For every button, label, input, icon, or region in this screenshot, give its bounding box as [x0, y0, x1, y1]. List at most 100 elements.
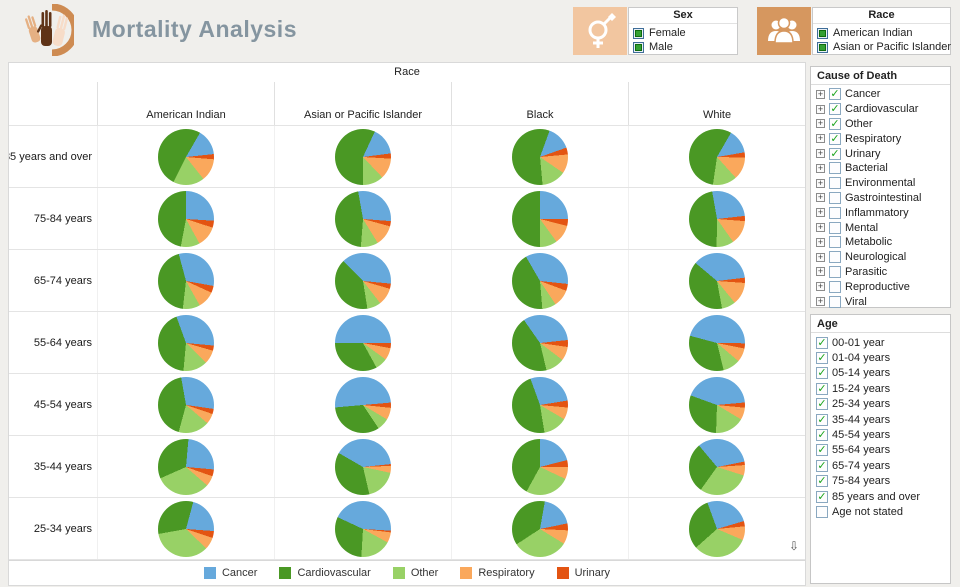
- expand-icon[interactable]: [816, 267, 825, 277]
- checkbox-bacterial[interactable]: [829, 162, 841, 175]
- cause-item-reproductive[interactable]: Reproductive: [816, 279, 950, 294]
- cause-item-neurological[interactable]: Neurological: [816, 250, 950, 265]
- checkbox-neurological[interactable]: [829, 251, 841, 264]
- legend-swatch-respiratory[interactable]: [460, 567, 473, 579]
- pie-chart-25-34-years-black[interactable]: [512, 500, 568, 557]
- checkbox-age-not-stated[interactable]: [816, 505, 828, 518]
- checkbox-cancer[interactable]: [829, 88, 841, 101]
- checkbox-cardiovascular[interactable]: [829, 103, 841, 116]
- checkbox-05-14-years[interactable]: [816, 367, 828, 380]
- pie-chart-75-84-years-asian-or-pacific-islander[interactable]: [335, 190, 391, 247]
- cause-item-respiratory[interactable]: Respiratory: [816, 131, 950, 146]
- age-item-15-24-years[interactable]: 15-24 years: [816, 381, 950, 396]
- pie-chart-35-44-years-asian-or-pacific-islander[interactable]: [335, 438, 391, 495]
- age-item-75-84-years[interactable]: 75-84 years: [816, 474, 950, 489]
- checkbox-15-24-years[interactable]: [816, 382, 828, 395]
- race-item-asian-or-pacific-islander[interactable]: Asian or Pacific Islander: [817, 40, 951, 54]
- expand-icon[interactable]: [816, 104, 825, 114]
- pie-chart-85-years-and-over-black[interactable]: [512, 128, 568, 185]
- sex-item-male[interactable]: Male: [633, 40, 737, 54]
- checkbox-45-54-years[interactable]: [816, 429, 828, 442]
- pie-chart-55-64-years-asian-or-pacific-islander[interactable]: [335, 314, 391, 371]
- pie-chart-85-years-and-over-american-indian[interactable]: [158, 128, 214, 185]
- legend-swatch-urinary[interactable]: [556, 567, 569, 579]
- pie-chart-45-54-years-white[interactable]: [689, 376, 745, 433]
- checkbox-environmental[interactable]: [829, 177, 841, 190]
- age-item-age-not-stated[interactable]: Age not stated: [816, 504, 950, 519]
- cause-item-cardiovascular[interactable]: Cardiovascular: [816, 102, 950, 117]
- legend-swatch-other[interactable]: [392, 567, 405, 579]
- cause-item-cancer[interactable]: Cancer: [816, 87, 950, 102]
- sex-item-female[interactable]: Female: [633, 26, 737, 40]
- checkbox-urinary[interactable]: [829, 147, 841, 160]
- pie-chart-65-74-years-american-indian[interactable]: [158, 252, 214, 309]
- checkbox-gastrointestinal[interactable]: [829, 191, 841, 204]
- expand-icon[interactable]: [816, 149, 825, 159]
- pie-chart-65-74-years-black[interactable]: [512, 252, 568, 309]
- checkbox-viral[interactable]: [829, 295, 841, 308]
- expand-icon[interactable]: [816, 208, 825, 218]
- expand-icon[interactable]: [816, 282, 825, 292]
- checkbox-25-34-years[interactable]: [816, 398, 828, 411]
- age-item-01-04-years[interactable]: 01-04 years: [816, 350, 950, 365]
- checkbox-metabolic[interactable]: [829, 236, 841, 249]
- pie-chart-35-44-years-black[interactable]: [512, 438, 568, 495]
- pie-chart-85-years-and-over-white[interactable]: [689, 128, 745, 185]
- pie-chart-35-44-years-white[interactable]: [689, 438, 745, 495]
- legend-swatch-cancer[interactable]: [203, 567, 216, 579]
- pie-chart-55-64-years-white[interactable]: [689, 314, 745, 371]
- checkbox-respiratory[interactable]: [829, 132, 841, 145]
- pie-chart-85-years-and-over-asian-or-pacific-islander[interactable]: [335, 128, 391, 185]
- cause-item-parasitic[interactable]: Parasitic: [816, 265, 950, 280]
- checkbox-american-indian[interactable]: [817, 27, 828, 39]
- expand-icon[interactable]: [816, 178, 825, 188]
- expand-icon[interactable]: [816, 89, 825, 99]
- checkbox-inflammatory[interactable]: [829, 206, 841, 219]
- checkbox-mental[interactable]: [829, 221, 841, 234]
- pie-chart-65-74-years-white[interactable]: [689, 252, 745, 309]
- cause-item-mental[interactable]: Mental: [816, 220, 950, 235]
- pie-chart-25-34-years-white[interactable]: [689, 500, 745, 557]
- cause-item-bacterial[interactable]: Bacterial: [816, 161, 950, 176]
- checkbox-00-01-year[interactable]: [816, 336, 828, 349]
- age-item-05-14-years[interactable]: 05-14 years: [816, 366, 950, 381]
- checkbox-85-years-and-over[interactable]: [816, 490, 828, 503]
- expand-icon[interactable]: [816, 193, 825, 203]
- pie-chart-45-54-years-asian-or-pacific-islander[interactable]: [335, 376, 391, 433]
- pie-chart-75-84-years-white[interactable]: [689, 190, 745, 247]
- checkbox-55-64-years[interactable]: [816, 444, 828, 457]
- pie-chart-25-34-years-asian-or-pacific-islander[interactable]: [335, 500, 391, 557]
- age-item-85-years-and-over[interactable]: 85 years and over: [816, 489, 950, 504]
- pie-chart-45-54-years-black[interactable]: [512, 376, 568, 433]
- checkbox-parasitic[interactable]: [829, 265, 841, 278]
- expand-icon[interactable]: [816, 297, 825, 307]
- pie-chart-55-64-years-black[interactable]: [512, 314, 568, 371]
- expand-icon[interactable]: [816, 252, 825, 262]
- cause-item-inflammatory[interactable]: Inflammatory: [816, 205, 950, 220]
- checkbox-reproductive[interactable]: [829, 280, 841, 293]
- expand-icon[interactable]: [816, 237, 825, 247]
- age-item-65-74-years[interactable]: 65-74 years: [816, 458, 950, 473]
- cause-item-gastrointestinal[interactable]: Gastrointestinal: [816, 191, 950, 206]
- checkbox-01-04-years[interactable]: [816, 352, 828, 365]
- cause-item-other[interactable]: Other: [816, 117, 950, 132]
- cause-item-urinary[interactable]: Urinary: [816, 146, 950, 161]
- cause-item-metabolic[interactable]: Metabolic: [816, 235, 950, 250]
- pie-chart-75-84-years-black[interactable]: [512, 190, 568, 247]
- pie-chart-65-74-years-asian-or-pacific-islander[interactable]: [335, 252, 391, 309]
- legend-swatch-cardiovascular[interactable]: [279, 567, 292, 579]
- checkbox-75-84-years[interactable]: [816, 475, 828, 488]
- pie-chart-55-64-years-american-indian[interactable]: [158, 314, 214, 371]
- checkbox-asian-or-pacific-islander[interactable]: [817, 41, 828, 53]
- checkbox-65-74-years[interactable]: [816, 459, 828, 472]
- checkbox-female[interactable]: [633, 27, 644, 39]
- checkbox-35-44-years[interactable]: [816, 413, 828, 426]
- age-item-45-54-years[interactable]: 45-54 years: [816, 427, 950, 442]
- age-item-35-44-years[interactable]: 35-44 years: [816, 412, 950, 427]
- checkbox-male[interactable]: [633, 41, 644, 53]
- race-item-american-indian[interactable]: American Indian: [817, 26, 950, 40]
- pie-chart-25-34-years-american-indian[interactable]: [158, 500, 214, 557]
- expand-icon[interactable]: [816, 163, 825, 173]
- expand-icon[interactable]: [816, 134, 825, 144]
- age-item-25-34-years[interactable]: 25-34 years: [816, 397, 950, 412]
